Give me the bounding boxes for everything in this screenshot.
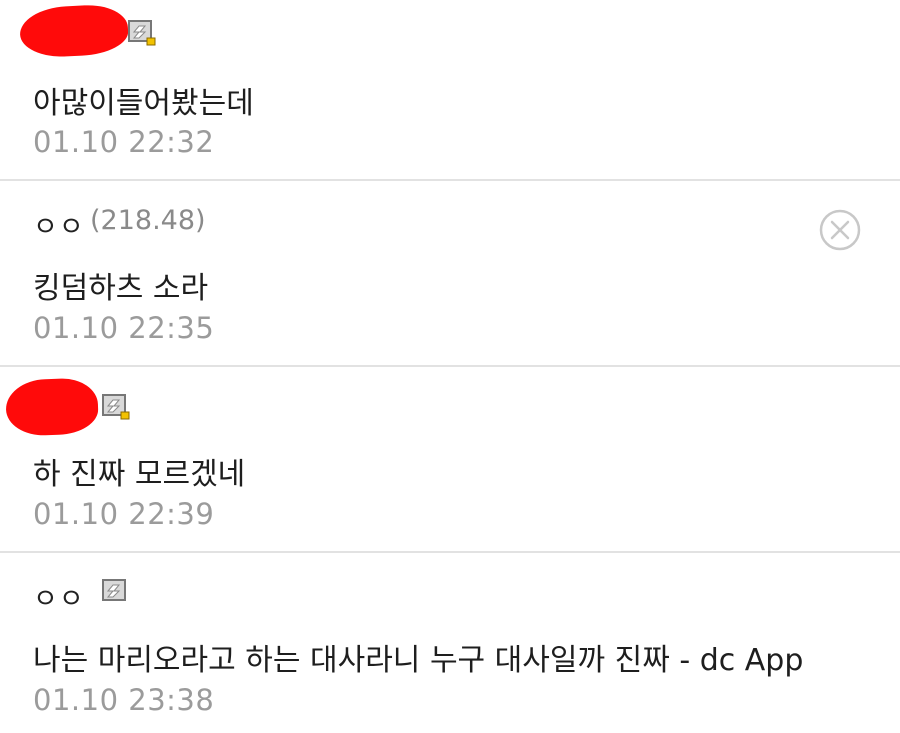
- comment-date: 01.10 22:32: [33, 125, 215, 159]
- redacted-nickname: [18, 3, 130, 59]
- comment-text: 하 진짜 모르겠네: [33, 457, 246, 492]
- comment-nickname[interactable]: ㅇㅇ: [33, 205, 85, 244]
- comment-date: 01.10 23:38: [33, 683, 215, 717]
- comment-text: 아많이들어봤는데: [33, 86, 254, 121]
- comment-date: 01.10 22:39: [33, 497, 215, 531]
- comment-item: ㅇㅇ 나는 마리오라고 하는 대사라니 누구 대사일까 진짜 - dc App …: [0, 553, 900, 733]
- comment-text: 나는 마리오라고 하는 대사라니 누구 대사일까 진짜 - dc App: [33, 643, 804, 678]
- comment-date: 01.10 22:35: [33, 311, 215, 345]
- comment-nickname[interactable]: ㅇㅇ: [33, 577, 85, 616]
- comment-item: ㅇㅇ (218.48) 킹덤하츠 소라 01.10 22:35: [0, 181, 900, 366]
- redacted-nickname: [5, 377, 99, 437]
- gallog-icon[interactable]: [102, 394, 130, 420]
- comment-ip: (218.48): [90, 205, 206, 236]
- comment-text: 킹덤하츠 소라: [33, 271, 209, 306]
- comment-item: 아많이들어봤는데 01.10 22:32: [0, 0, 900, 180]
- comment-item: 하 진짜 모르겠네 01.10 22:39: [0, 367, 900, 552]
- delete-icon[interactable]: [818, 208, 862, 252]
- gallog-icon[interactable]: [128, 20, 156, 46]
- gallog-icon[interactable]: [102, 579, 130, 605]
